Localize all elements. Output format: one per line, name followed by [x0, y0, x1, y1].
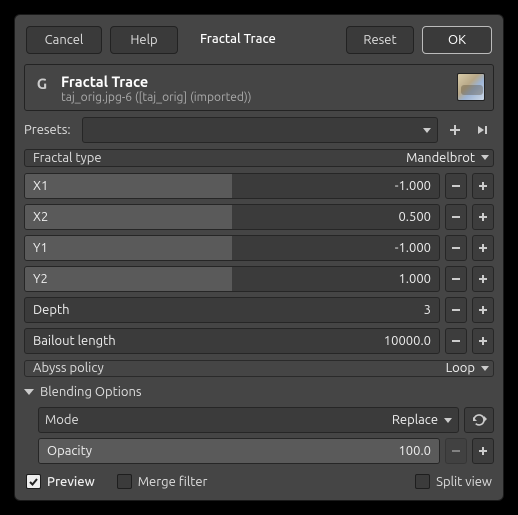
ok-button[interactable]: OK — [422, 26, 492, 54]
depth-value: 3 — [424, 298, 431, 322]
dialog-title: Fractal Trace — [186, 26, 290, 54]
preview-checkbox[interactable] — [26, 474, 41, 489]
x1-row: X1 -1.000 — [24, 173, 494, 199]
y1-slider[interactable]: Y1 -1.000 — [24, 235, 440, 261]
opacity-decrement-button[interactable] — [445, 438, 467, 464]
opacity-value: 100.0 — [398, 439, 431, 463]
x2-increment-button[interactable] — [472, 204, 494, 230]
x2-row: X2 0.500 — [24, 204, 494, 230]
y1-decrement-button[interactable] — [445, 235, 467, 261]
gegl-icon: G — [33, 74, 51, 92]
x2-decrement-button[interactable] — [445, 204, 467, 230]
mode-label: Mode — [45, 413, 392, 427]
chevron-down-icon — [481, 155, 489, 160]
depth-label: Depth — [33, 298, 70, 322]
filter-name: Fractal Trace — [61, 73, 447, 90]
blending-options-label: Blending Options — [40, 385, 142, 399]
blending-options-expander[interactable]: Blending Options — [24, 383, 494, 401]
preview-thumbnail[interactable] — [457, 73, 485, 101]
fractal-type-value: Mandelbrot — [406, 151, 475, 165]
abyss-policy-select[interactable]: Abyss policy Loop — [24, 360, 494, 378]
y1-increment-button[interactable] — [472, 235, 494, 261]
preview-label[interactable]: Preview — [47, 475, 95, 489]
bailout-row: Bailout length 10000.0 — [24, 328, 494, 354]
y1-row: Y1 -1.000 — [24, 235, 494, 261]
opacity-label: Opacity — [47, 439, 92, 463]
depth-increment-button[interactable] — [472, 297, 494, 323]
opacity-row: Opacity 100.0 — [38, 438, 494, 464]
presets-row: Presets: — [24, 117, 494, 143]
x1-increment-button[interactable] — [472, 173, 494, 199]
y2-slider[interactable]: Y2 1.000 — [24, 266, 440, 292]
y2-increment-button[interactable] — [472, 266, 494, 292]
depth-row: Depth 3 — [24, 297, 494, 323]
add-preset-button[interactable] — [444, 118, 466, 142]
mode-select[interactable]: Mode Replace — [38, 407, 459, 433]
footer: Preview Merge filter Split view — [24, 470, 494, 491]
bailout-decrement-button[interactable] — [445, 328, 467, 354]
bailout-label: Bailout length — [33, 329, 116, 353]
y1-value: -1.000 — [395, 236, 431, 260]
bailout-increment-button[interactable] — [472, 328, 494, 354]
y1-label: Y1 — [33, 236, 48, 260]
fractal-type-select[interactable]: Fractal type Mandelbrot — [24, 149, 494, 167]
header: G Fractal Trace taj_orig.jpg-6 ([taj_ori… — [24, 64, 494, 111]
chevron-down-icon — [444, 418, 452, 423]
params-section: X1 -1.000 X2 0.500 Y1 -1.000 — [24, 173, 494, 354]
chevron-down-icon — [481, 366, 489, 371]
chevron-down-icon — [24, 389, 34, 395]
opacity-slider[interactable]: Opacity 100.0 — [38, 438, 440, 464]
x1-label: X1 — [33, 174, 48, 198]
x2-slider[interactable]: X2 0.500 — [24, 204, 440, 230]
help-button[interactable]: Help — [110, 26, 178, 54]
presets-dropdown[interactable] — [82, 117, 438, 143]
depth-slider[interactable]: Depth 3 — [24, 297, 440, 323]
dialog: Cancel Help Fractal Trace Reset OK G Fra… — [14, 14, 504, 501]
x1-value: -1.000 — [395, 174, 431, 198]
bailout-value: 10000.0 — [384, 329, 431, 353]
depth-decrement-button[interactable] — [445, 297, 467, 323]
button-row: Cancel Help Fractal Trace Reset OK — [24, 24, 494, 58]
x1-decrement-button[interactable] — [445, 173, 467, 199]
y2-row: Y2 1.000 — [24, 266, 494, 292]
x1-slider[interactable]: X1 -1.000 — [24, 173, 440, 199]
abyss-policy-value: Loop — [446, 361, 475, 375]
abyss-policy-label: Abyss policy — [33, 361, 446, 375]
split-view-checkbox[interactable] — [415, 474, 430, 489]
chevron-down-icon — [423, 128, 431, 133]
target-image-label: taj_orig.jpg-6 ([taj_orig] (imported)) — [61, 91, 447, 104]
merge-filter-checkbox[interactable] — [117, 474, 132, 489]
x2-value: 0.500 — [398, 205, 431, 229]
mode-reset-button[interactable] — [464, 407, 494, 433]
cancel-button[interactable]: Cancel — [26, 26, 102, 54]
mode-value: Replace — [392, 413, 438, 427]
reset-button[interactable]: Reset — [346, 26, 414, 54]
x2-label: X2 — [33, 205, 48, 229]
merge-filter-label[interactable]: Merge filter — [138, 475, 208, 489]
y2-decrement-button[interactable] — [445, 266, 467, 292]
split-view-label[interactable]: Split view — [436, 475, 492, 489]
y2-label: Y2 — [33, 267, 48, 291]
y2-value: 1.000 — [398, 267, 431, 291]
fractal-type-label: Fractal type — [33, 151, 406, 165]
presets-label: Presets: — [24, 123, 76, 137]
blending-options-content: Mode Replace Opacity 100.0 — [24, 407, 494, 464]
opacity-increment-button[interactable] — [472, 438, 494, 464]
preset-menu-button[interactable] — [472, 118, 494, 142]
bailout-slider[interactable]: Bailout length 10000.0 — [24, 328, 440, 354]
mode-row: Mode Replace — [38, 407, 494, 433]
